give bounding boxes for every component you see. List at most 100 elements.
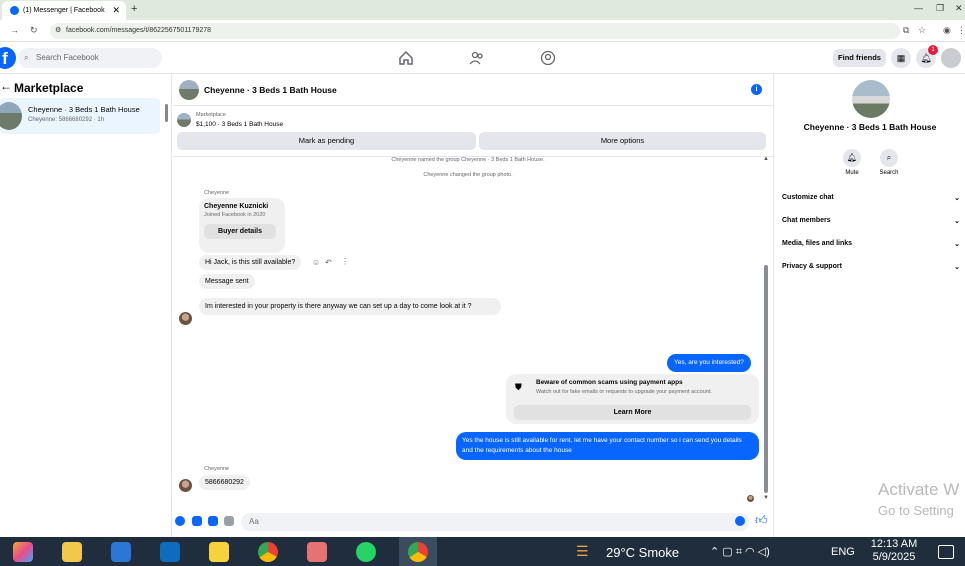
conversation-item[interactable]: Cheyenne · 3 Beds 1 Bath House Cheyenne:… [0, 98, 160, 134]
learn-more-button[interactable]: Learn More [514, 405, 751, 420]
search-button[interactable]: ⌕ Search [869, 149, 909, 176]
message-bubble[interactable]: Hi Jack, is this still available? [199, 255, 302, 270]
more-actions-icon[interactable]: ⋮ [341, 257, 349, 266]
scam-warning-card: ⛊ Beware of common scams using payment a… [506, 374, 759, 424]
shield-icon: ⛊ [515, 382, 522, 392]
conversation-photo[interactable] [852, 80, 890, 118]
bookmark-star-icon[interactable]: ☆ [918, 25, 926, 36]
system-tray-icons[interactable]: ⌃ ▢ ⌗ ◠ ◁) [710, 545, 770, 559]
system-message: Cheyenne named the group Cheyenne · 3 Be… [391, 157, 545, 163]
scroll-up-icon[interactable]: ▲ [763, 156, 769, 162]
facebook-logo-icon[interactable]: f [0, 47, 16, 69]
outgoing-message-bubble[interactable]: Yes, are you interested? [667, 354, 751, 372]
close-window-icon[interactable]: ✕ [955, 3, 963, 14]
row-label: Customize chat [782, 194, 834, 201]
message-composer: 👍︎ [173, 509, 773, 537]
listing-thumbnail[interactable] [177, 113, 191, 127]
new-tab-icon[interactable]: + [131, 3, 137, 15]
scam-warning-title: Beware of common scams using payment app… [536, 379, 683, 386]
account-avatar[interactable] [941, 48, 961, 68]
privacy-support-row[interactable]: Privacy & support ⌄ [782, 263, 962, 271]
message-bubble[interactable]: Message sent [199, 274, 255, 289]
home-icon[interactable] [398, 50, 414, 66]
notification-center-icon[interactable] [938, 545, 954, 559]
close-tab-icon[interactable]: ✕ [112, 5, 120, 16]
sender-avatar[interactable] [179, 479, 192, 492]
url-field[interactable]: ⚙ facebook.com/messages/t/86225675011792… [50, 23, 900, 39]
react-emoji-icon[interactable]: ☺ [312, 258, 320, 267]
conversation-title: Cheyenne · 3 Beds 1 Bath House [803, 122, 937, 132]
friends-icon[interactable] [469, 50, 485, 66]
more-options-button[interactable]: More options [479, 132, 766, 150]
clock[interactable]: 12:13 AM 5/9/2025 [868, 538, 920, 564]
media-files-row[interactable]: Media, files and links ⌄ [782, 240, 962, 248]
listing-price: $1,100 · 3 Beds 1 Bath House [196, 121, 284, 128]
copilot-icon[interactable] [13, 542, 33, 562]
sidebar-scrollbar[interactable] [165, 104, 168, 122]
weather-text[interactable]: 29°C Smoke [606, 545, 679, 560]
menu-grid-icon[interactable]: ▦ [891, 48, 911, 68]
row-label: Media, files and links [782, 240, 853, 247]
store-icon[interactable] [111, 542, 131, 562]
chrome-icon[interactable] [258, 542, 278, 562]
conversation-thumbnail [0, 102, 22, 130]
profile-circle-icon[interactable] [540, 50, 556, 66]
sticker-icon[interactable] [208, 516, 218, 526]
thread-scrollbar[interactable] [764, 265, 768, 493]
minimize-icon[interactable]: — [914, 3, 923, 13]
facebook-search-input[interactable]: ⌕ Search Facebook [18, 48, 162, 68]
chat-title[interactable]: Cheyenne · 3 Beds 1 Bath House [204, 85, 337, 95]
scroll-down-icon[interactable]: ▼ [763, 495, 769, 501]
file-explorer-icon[interactable] [62, 542, 82, 562]
thumbs-up-icon[interactable]: 👍︎ [755, 513, 768, 528]
message-input[interactable] [241, 513, 749, 531]
chat-members-row[interactable]: Chat members ⌄ [782, 217, 962, 225]
mark-as-pending-button[interactable]: Mark as pending [177, 132, 476, 150]
info-icon[interactable]: i [751, 84, 762, 95]
site-info-icon[interactable]: ⚙ [55, 23, 61, 39]
emoji-icon[interactable] [735, 516, 745, 526]
language-indicator[interactable]: ENG [831, 546, 855, 558]
scam-warning-body: Watch out for fake emails or requests to… [536, 389, 712, 395]
add-icon[interactable] [175, 516, 185, 526]
chevron-down-icon: ⌄ [954, 264, 960, 271]
seen-avatar [747, 495, 754, 502]
buyer-details-button[interactable]: Buyer details [204, 224, 276, 239]
message-bubble[interactable]: 5866680292 [199, 475, 250, 490]
row-label: Privacy & support [782, 263, 842, 270]
reply-icon[interactable]: ↶ [325, 258, 332, 267]
customize-chat-row[interactable]: Customize chat ⌄ [782, 194, 962, 202]
conversation-preview: Cheyenne: 5866680292 · 1h [28, 117, 105, 123]
row-label: Chat members [782, 217, 831, 224]
notification-badge: 1 [928, 45, 938, 55]
gallery-icon[interactable] [192, 516, 202, 526]
app-icon[interactable] [307, 542, 327, 562]
reload-icon[interactable]: ↻ [30, 25, 38, 36]
gif-icon[interactable] [224, 516, 234, 526]
tab-title: (1) Messenger | Facebook [23, 7, 105, 14]
restore-icon[interactable]: ❐ [936, 3, 944, 14]
message-bubble[interactable]: Im interested in your property is there … [199, 298, 501, 315]
browser-tab[interactable]: (1) Messenger | Facebook ✕ [2, 1, 126, 20]
search-icon: ⌕ [24, 53, 29, 62]
listing-label: Marketplace [196, 112, 226, 118]
outlook-icon[interactable] [160, 542, 180, 562]
sticky-notes-icon[interactable] [209, 542, 229, 562]
forward-icon[interactable]: → [10, 25, 19, 35]
chevron-down-icon: ⌄ [954, 241, 960, 248]
chat-thumbnail[interactable] [179, 80, 199, 100]
install-app-icon[interactable]: ⧉ [903, 25, 909, 36]
outgoing-message-bubble[interactable]: Yes the house is still available for ren… [456, 432, 759, 460]
conversation-name: Cheyenne · 3 Beds 1 Bath House [28, 105, 140, 114]
mute-button[interactable]: 🔔︎ Mute [832, 149, 872, 176]
clock-date: 5/9/2025 [872, 551, 916, 563]
sender-avatar[interactable] [179, 312, 192, 325]
back-arrow-icon[interactable]: ← [0, 79, 12, 93]
facebook-favicon-icon [10, 6, 19, 15]
profile-icon[interactable]: ◉ [943, 25, 951, 36]
sender-name: Cheyenne [204, 190, 230, 196]
find-friends-button[interactable]: Find friends [833, 49, 886, 67]
menu-icon[interactable]: ⋮ [957, 25, 965, 36]
whatsapp-icon[interactable] [356, 542, 376, 562]
chat-header: Cheyenne · 3 Beds 1 Bath House i [173, 74, 773, 106]
